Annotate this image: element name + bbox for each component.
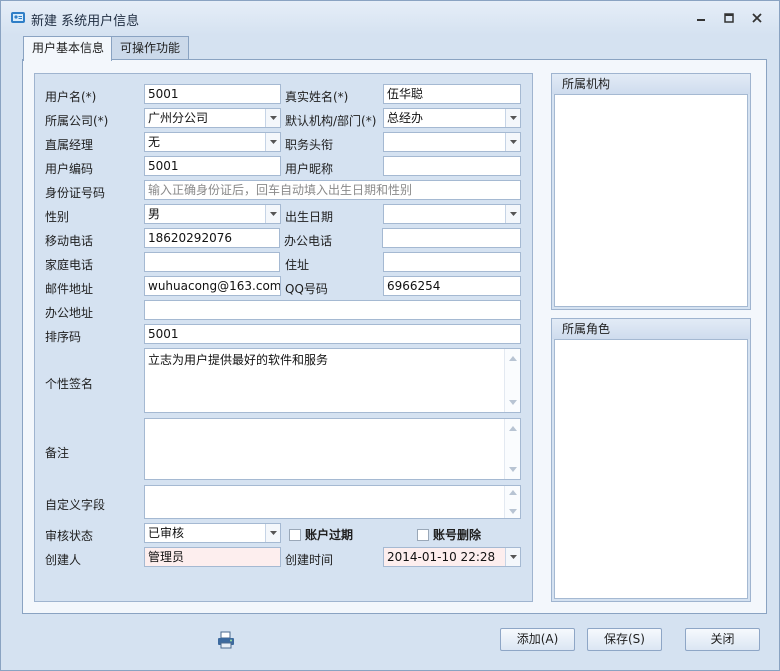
email-input[interactable]: wuhuacong@163.com — [144, 276, 281, 296]
jobtitle-label: 职务头衔 — [285, 138, 334, 152]
chevron-down-icon[interactable] — [265, 109, 280, 127]
audit-value: 已审核 — [148, 526, 185, 540]
scroll-up-icon[interactable] — [509, 356, 517, 361]
scroll-up-icon[interactable] — [509, 490, 517, 495]
remark-textarea[interactable] — [144, 418, 521, 480]
org-tree[interactable] — [554, 94, 748, 307]
custom-label: 自定义字段 — [45, 498, 106, 512]
scroll-down-icon[interactable] — [509, 467, 517, 472]
close-window-button[interactable] — [747, 10, 767, 26]
deleted-label: 账号删除 — [433, 528, 482, 542]
manager-select[interactable]: 无 — [144, 132, 281, 152]
creator-input[interactable]: 管理员 — [144, 547, 281, 567]
expired-checkbox[interactable]: 账户过期 — [289, 526, 353, 543]
signature-label: 个性签名 — [45, 377, 94, 391]
sortcode-label: 排序码 — [45, 330, 82, 344]
checkbox-icon[interactable] — [417, 528, 429, 541]
signature-scrollbar[interactable] — [504, 349, 520, 412]
chevron-down-icon[interactable] — [505, 109, 520, 127]
officeaddr-label: 办公地址 — [45, 306, 94, 320]
realname-input[interactable]: 伍华聪 — [383, 84, 521, 104]
gender-label: 性别 — [45, 210, 70, 224]
role-group-title: 所属角色 — [552, 319, 750, 339]
idcard-label: 身份证号码 — [45, 186, 106, 200]
chevron-down-icon[interactable] — [505, 548, 520, 566]
sortcode-input[interactable]: 5001 — [144, 324, 521, 344]
role-group: 所属角色 — [551, 318, 751, 602]
chevron-down-icon[interactable] — [505, 133, 520, 151]
birthday-label: 出生日期 — [285, 210, 334, 224]
deleted-checkbox[interactable]: 账号删除 — [417, 526, 481, 543]
company-value: 广州分公司 — [148, 111, 209, 125]
tab-operations[interactable]: 可操作功能 — [111, 36, 189, 60]
company-select[interactable]: 广州分公司 — [144, 108, 281, 128]
gender-value: 男 — [148, 207, 161, 221]
manager-label: 直属经理 — [45, 138, 94, 152]
birthday-picker[interactable] — [383, 204, 521, 224]
maximize-button[interactable] — [719, 10, 739, 26]
checkbox-icon[interactable] — [289, 528, 301, 541]
company-label: 所属公司(*) — [45, 114, 109, 128]
gender-select[interactable]: 男 — [144, 204, 281, 224]
window-title: 新建 系统用户信息 — [31, 14, 140, 29]
chevron-down-icon[interactable] — [265, 205, 280, 223]
org-group-title: 所属机构 — [552, 74, 750, 94]
officephone-input[interactable] — [382, 228, 521, 248]
dept-value: 总经办 — [387, 111, 424, 125]
mobile-label: 移动电话 — [45, 234, 94, 248]
usercode-label: 用户编码 — [45, 162, 94, 176]
dept-select[interactable]: 总经办 — [383, 108, 521, 128]
scroll-up-icon[interactable] — [509, 426, 517, 431]
username-label: 用户名(*) — [45, 90, 97, 104]
audit-select[interactable]: 已审核 — [144, 523, 281, 543]
nickname-input[interactable] — [383, 156, 521, 176]
realname-label: 真实姓名(*) — [285, 90, 349, 104]
manager-value: 无 — [148, 135, 161, 149]
email-label: 邮件地址 — [45, 282, 94, 296]
mobile-input[interactable]: 18620292076 — [144, 228, 280, 248]
audit-label: 审核状态 — [45, 529, 94, 543]
title-bar: 新建 系统用户信息 — [1, 1, 779, 35]
address-input[interactable] — [383, 252, 521, 272]
chevron-down-icon[interactable] — [505, 205, 520, 223]
expired-label: 账户过期 — [305, 528, 354, 542]
scroll-down-icon[interactable] — [509, 400, 517, 405]
remark-scrollbar[interactable] — [504, 419, 520, 479]
createtime-picker[interactable]: 2014-01-10 22:28 — [383, 547, 521, 567]
homephone-input[interactable] — [144, 252, 280, 272]
qq-label: QQ号码 — [285, 282, 328, 296]
username-input[interactable]: 5001 — [144, 84, 281, 104]
createtime-value: 2014-01-10 22:28 — [387, 550, 496, 564]
remark-label: 备注 — [45, 446, 70, 460]
nickname-label: 用户昵称 — [285, 162, 334, 176]
signature-textarea[interactable]: 立志为用户提供最好的软件和服务 — [144, 348, 521, 413]
custom-textarea[interactable] — [144, 485, 521, 519]
save-button[interactable]: 保存(S) — [587, 628, 662, 651]
dept-label: 默认机构/部门(*) — [285, 114, 377, 128]
jobtitle-select[interactable] — [383, 132, 521, 152]
createtime-label: 创建时间 — [285, 553, 334, 567]
officephone-label: 办公电话 — [284, 234, 333, 248]
chevron-down-icon[interactable] — [265, 524, 280, 542]
address-label: 住址 — [285, 258, 310, 272]
close-button[interactable]: 关闭 — [685, 628, 760, 651]
dialog-window: 新建 系统用户信息 用户基本信息 可操作功能 用户名(*) 5001 真实姓名(… — [0, 0, 780, 671]
printer-icon[interactable] — [217, 631, 235, 649]
user-info-icon — [10, 10, 26, 26]
signature-text: 立志为用户提供最好的软件和服务 — [148, 353, 329, 367]
org-group: 所属机构 — [551, 73, 751, 310]
tab-basic-info[interactable]: 用户基本信息 — [23, 36, 112, 61]
homephone-label: 家庭电话 — [45, 258, 94, 272]
usercode-input[interactable]: 5001 — [144, 156, 281, 176]
idcard-input[interactable]: 输入正确身份证后，回车自动填入出生日期和性别 — [144, 180, 521, 200]
minimize-button[interactable] — [691, 10, 711, 26]
chevron-down-icon[interactable] — [265, 133, 280, 151]
add-button[interactable]: 添加(A) — [500, 628, 575, 651]
creator-label: 创建人 — [45, 553, 82, 567]
role-list[interactable] — [554, 339, 748, 599]
custom-scrollbar[interactable] — [504, 486, 520, 518]
qq-input[interactable]: 6966254 — [383, 276, 521, 296]
officeaddr-input[interactable] — [144, 300, 521, 320]
scroll-down-icon[interactable] — [509, 509, 517, 514]
